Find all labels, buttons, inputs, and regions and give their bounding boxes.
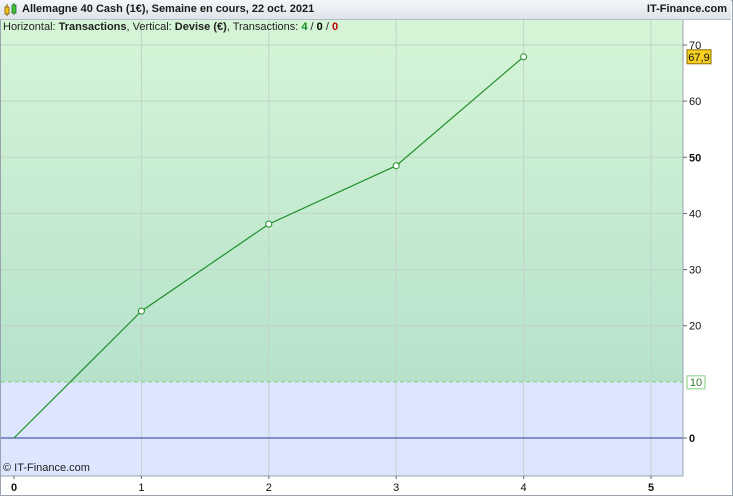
vertical-value: Devise (€) [174, 21, 227, 33]
transactions-label: , Transactions: [226, 21, 302, 33]
x-tick-label: 5 [648, 482, 654, 494]
data-point [137, 307, 145, 315]
data-point [265, 220, 273, 228]
x-tick-label: 4 [521, 482, 527, 494]
horizontal-value: Transactions [58, 21, 127, 33]
threshold-label: 10 [690, 377, 702, 389]
separator: / [322, 21, 332, 33]
data-point [520, 53, 528, 61]
copyright-notice: © IT-Finance.com [3, 462, 90, 474]
y-tick-label: 30 [689, 265, 701, 277]
last-value-label: 67,9 [688, 52, 709, 64]
candlestick-icon [4, 3, 17, 16]
x-tick-label: 2 [266, 482, 272, 494]
y-tick-label: 60 [689, 96, 701, 108]
x-tick-label: 1 [138, 482, 144, 494]
data-point [392, 162, 400, 170]
profit-zone [1, 20, 683, 382]
title-bar: Allemagne 40 Cash (1€), Semaine en cours… [0, 0, 731, 20]
x-tick-label: 0 [11, 482, 17, 494]
transactions-losing-count: 0 [331, 21, 339, 33]
vertical-label: , Vertical: [126, 21, 175, 33]
y-tick-label: 0 [689, 433, 695, 445]
loss-zone [1, 381, 683, 476]
chart-subtitle: Horizontal: Transactions, Vertical: Devi… [3, 21, 338, 33]
horizontal-label: Horizontal: [3, 21, 59, 33]
brand-name: IT-Finance.com [646, 3, 727, 15]
y-tick-label: 40 [689, 208, 701, 220]
separator: / [307, 21, 317, 33]
y-tick-label: 20 [689, 321, 701, 333]
y-tick-label: 50 [689, 152, 701, 164]
x-tick-label: 3 [393, 482, 399, 494]
chart-title: Allemagne 40 Cash (1€), Semaine en cours… [22, 3, 315, 15]
chart-plot: 0203040506070 012345 67,910 [1, 20, 712, 494]
